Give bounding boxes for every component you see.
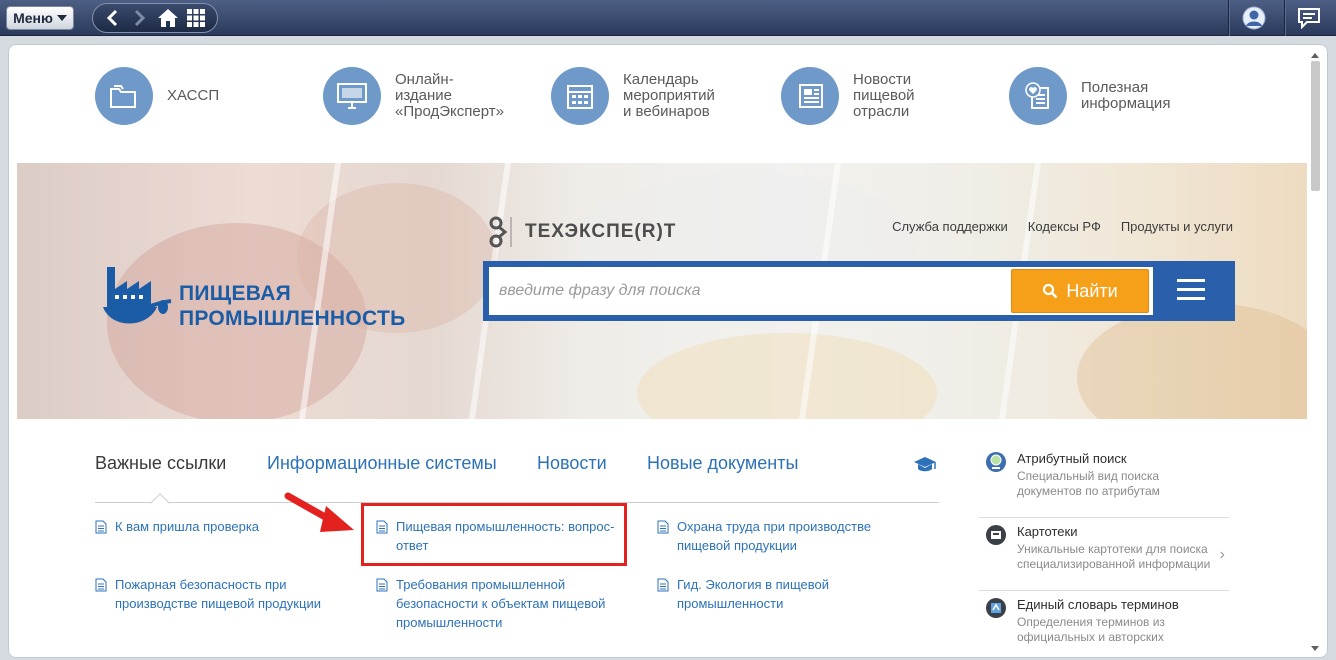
- side-item-description: Определения терминов из официальных и ав…: [1017, 615, 1165, 644]
- category-haccp[interactable]: ХАССП: [95, 67, 219, 125]
- graduation-cap-icon[interactable]: [913, 455, 937, 475]
- calendar-icon: [551, 67, 609, 125]
- hero-banner: ПИЩЕВАЯ ПРОМЫШЛЕННОСТЬ ТЕХЭКСПЕ(R)Т Служ…: [17, 163, 1307, 419]
- chevron-down-icon: [56, 15, 67, 21]
- chevron-right-icon: ›: [1219, 546, 1225, 563]
- chat-icon[interactable]: [1295, 4, 1323, 32]
- folders-icon: [95, 67, 153, 125]
- tab-new-documents[interactable]: Новые документы: [647, 453, 798, 474]
- factory-logo-icon: [103, 267, 172, 324]
- red-arrow-icon: [284, 492, 354, 532]
- scroll-up-arrow-icon[interactable]: [1311, 53, 1319, 58]
- link-labor-protection[interactable]: Охрана труда при производстве пищевой пр…: [657, 517, 871, 555]
- menu-button[interactable]: Меню: [6, 6, 74, 30]
- document-icon: [376, 578, 388, 592]
- dictionary-icon: [986, 598, 1006, 618]
- side-item-title: Единый словарь терминов: [1017, 597, 1179, 612]
- hamburger-menu-icon[interactable]: [1177, 277, 1207, 303]
- scroll-thumb[interactable]: [1311, 61, 1320, 191]
- side-item-card-index[interactable]: Картотеки Уникальные картотеки для поиск…: [979, 518, 1229, 591]
- document-icon: [95, 520, 107, 534]
- main-content-panel: ХАССП Онлайн-издание «ПродЭксперт» Кален…: [8, 44, 1328, 658]
- system-toolbar: Меню: [0, 0, 1336, 36]
- scroll-down-arrow-icon[interactable]: [1311, 646, 1319, 651]
- link-industrial-safety[interactable]: Требования промышленной безопасности к о…: [376, 575, 605, 632]
- site-logo-text[interactable]: ПИЩЕВАЯ ПРОМЫШЛЕННОСТЬ: [179, 281, 405, 331]
- link-ecology-guide[interactable]: Гид. Экология в пищевой промышленности: [657, 575, 829, 613]
- techexpert-brand[interactable]: ТЕХЭКСПЕ(R)Т: [487, 215, 676, 249]
- tab-important-links[interactable]: Важные ссылки: [95, 453, 226, 474]
- category-label: Новости пищевой отрасли: [853, 71, 915, 120]
- side-panel: Атрибутный поиск Специальный вид поиска …: [979, 445, 1229, 657]
- logo-line-1: ПИЩЕВАЯ: [179, 282, 292, 305]
- vertical-scrollbar[interactable]: [1309, 53, 1321, 651]
- side-item-description: Уникальные картотеки для поиска специали…: [1017, 542, 1211, 571]
- link-text: Требования промышленной безопасности к о…: [396, 577, 606, 630]
- category-useful-info[interactable]: Полезная информация: [1009, 67, 1170, 125]
- side-item-attribute-search[interactable]: Атрибутный поиск Специальный вид поиска …: [979, 445, 1229, 518]
- toolbar-divider: [1284, 0, 1285, 36]
- tab-news[interactable]: Новости: [537, 453, 607, 474]
- codes-link[interactable]: Кодексы РФ: [1028, 219, 1101, 234]
- search-icon: [1043, 283, 1058, 299]
- category-news[interactable]: Новости пищевой отрасли: [781, 67, 915, 125]
- tabs-bar: Важные ссылки Информационные системы Нов…: [95, 453, 939, 513]
- side-item-title: Картотеки: [1017, 524, 1078, 539]
- navigation-group: [92, 3, 218, 33]
- document-icon: [95, 578, 107, 592]
- apps-grid-icon[interactable]: [185, 7, 207, 29]
- link-text: Охрана труда при производстве пищевой пр…: [677, 519, 872, 553]
- link-text: К вам пришла проверка: [115, 519, 260, 534]
- link-text: Гид. Экология в пищевой промышленности: [677, 577, 829, 611]
- link-fire-safety[interactable]: Пожарная безопасность при производстве п…: [95, 575, 321, 613]
- category-calendar[interactable]: Календарь мероприятий и вебинаров: [551, 67, 715, 125]
- category-label: ХАССП: [167, 87, 220, 104]
- heart-document-icon: [1009, 67, 1067, 125]
- techexpert-logo-icon: [489, 216, 512, 248]
- techexpert-name: ТЕХЭКСПЕ(R)Т: [525, 221, 677, 242]
- side-item-dictionary[interactable]: Единый словарь терминов Определения терм…: [979, 591, 1229, 657]
- side-item-title: Атрибутный поиск: [1017, 451, 1127, 466]
- search-button[interactable]: Найти: [1011, 269, 1149, 313]
- link-text: Пожарная безопасность при производстве п…: [115, 577, 321, 611]
- support-link[interactable]: Служба поддержки: [892, 219, 1008, 234]
- category-label: Онлайн-издание «ПродЭксперт»: [395, 71, 504, 120]
- products-link[interactable]: Продукты и услуги: [1121, 219, 1233, 234]
- user-icon[interactable]: [1240, 4, 1268, 32]
- tab-information-systems[interactable]: Информационные системы: [267, 453, 497, 474]
- monitor-icon: [323, 67, 381, 125]
- category-label: Календарь мероприятий и вебинаров: [623, 71, 715, 120]
- side-item-description: Специальный вид поиска документов по атр…: [1017, 469, 1160, 498]
- highlight-box: [361, 503, 627, 566]
- back-icon[interactable]: [101, 7, 123, 29]
- category-label: Полезная информация: [1081, 79, 1171, 112]
- toolbar-divider: [1228, 0, 1229, 36]
- newspaper-icon: [781, 67, 839, 125]
- home-icon[interactable]: [157, 7, 179, 29]
- active-tab-indicator: [150, 493, 170, 513]
- document-icon: [657, 520, 669, 534]
- link-inspection[interactable]: К вам пришла проверка: [95, 517, 259, 536]
- banner-top-links: Служба поддержки Кодексы РФ Продукты и у…: [892, 219, 1233, 234]
- search-bar: Найти: [483, 261, 1235, 321]
- menu-button-label: Меню: [13, 10, 53, 26]
- forward-icon[interactable]: [129, 7, 151, 29]
- document-icon: [657, 578, 669, 592]
- logo-line-2: ПРОМЫШЛЕННОСТЬ: [179, 307, 406, 330]
- card-index-icon: [986, 525, 1006, 545]
- attribute-search-icon: [986, 452, 1006, 472]
- category-prodexpert[interactable]: Онлайн-издание «ПродЭксперт»: [323, 67, 504, 125]
- search-button-label: Найти: [1066, 280, 1118, 301]
